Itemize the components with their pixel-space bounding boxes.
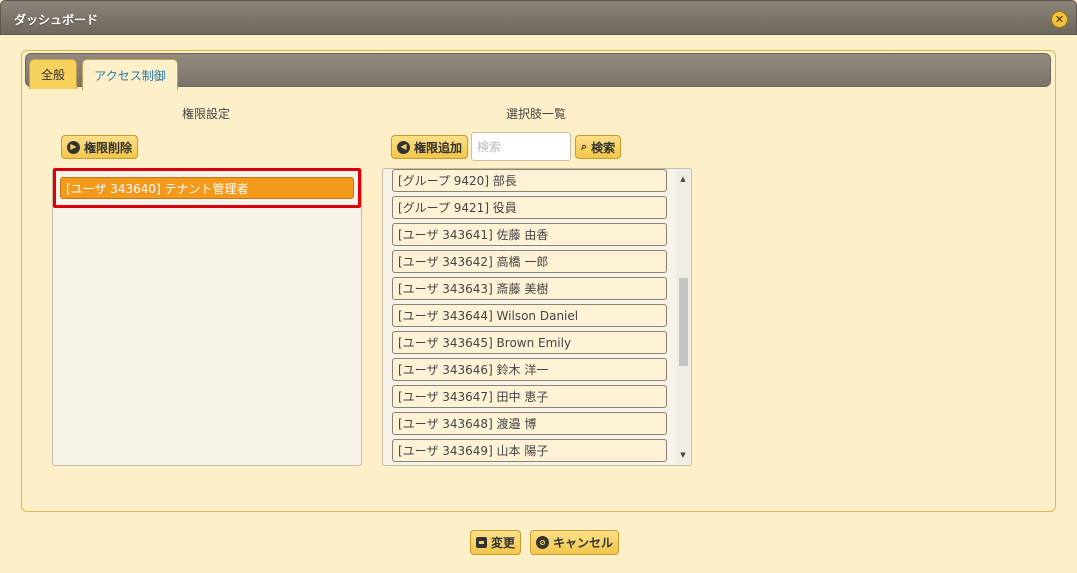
scrollbar-thumb[interactable]	[679, 278, 688, 366]
cancel-button-label: キャンセル	[553, 536, 614, 550]
options-list-scrollbar[interactable]: ▲ ▼	[676, 170, 690, 464]
list-item[interactable]: [グループ 9421] 役員	[392, 196, 667, 219]
scroll-up-icon[interactable]: ▲	[676, 172, 690, 186]
tab-access-control[interactable]: アクセス制御	[82, 59, 178, 90]
cancel-button[interactable]: ⊘ キャンセル	[530, 530, 620, 555]
change-button[interactable]: 変更	[470, 530, 522, 555]
list-item[interactable]: [ユーザ 343648] 渡邉 博	[392, 412, 667, 435]
list-item[interactable]: [ユーザ 343641] 佐藤 由香	[392, 223, 667, 246]
close-icon[interactable]: ✕	[1051, 11, 1068, 28]
arrow-left-circle-icon: ◀	[397, 140, 410, 154]
list-item[interactable]: [ユーザ 343646] 鈴木 洋一	[392, 358, 667, 381]
tab-general[interactable]: 全般	[29, 59, 77, 89]
list-item[interactable]: [ユーザ 343644] Wilson Daniel	[392, 304, 667, 327]
window-titlebar: ダッシュボード ✕	[0, 0, 1077, 35]
add-permission-button[interactable]: ◀ 権限追加	[391, 135, 469, 159]
search-button-label: 検索	[591, 140, 616, 155]
remove-permission-label: 権限削除	[84, 140, 133, 155]
search-button[interactable]: ⌕ 検索	[575, 135, 622, 159]
permission-settings-heading: 権限設定	[182, 107, 231, 121]
permission-list[interactable]	[52, 168, 362, 466]
options-list-heading: 選択肢一覧	[506, 107, 567, 121]
list-item[interactable]: [グループ 9420] 部長	[392, 169, 667, 192]
search-input[interactable]	[471, 132, 571, 161]
arrow-right-circle-icon: ▶	[67, 140, 80, 154]
list-item[interactable]: [ユーザ 343649] 山本 陽子	[392, 439, 667, 462]
save-icon	[476, 537, 487, 548]
highlight-box	[53, 168, 361, 208]
scroll-down-icon[interactable]: ▼	[676, 448, 690, 462]
list-item[interactable]: [ユーザ 343647] 田中 恵子	[392, 385, 667, 408]
list-item[interactable]: [ユーザ 343643] 斎藤 美樹	[392, 277, 667, 300]
list-item[interactable]: [ユーザ 343642] 高橋 一郎	[392, 250, 667, 273]
options-list[interactable]: [グループ 9420] 部長 [グループ 9421] 役員 [ユーザ 34364…	[382, 168, 692, 466]
search-icon: ⌕	[581, 140, 588, 153]
add-permission-label: 権限追加	[414, 140, 463, 155]
tab-bar: 全般 アクセス制御	[25, 53, 1051, 90]
remove-permission-button[interactable]: ▶ 権限削除	[61, 135, 139, 159]
cancel-icon: ⊘	[536, 536, 549, 549]
window-title: ダッシュボード	[14, 13, 99, 27]
change-button-label: 変更	[491, 536, 516, 550]
list-item[interactable]: [ユーザ 343645] Brown Emily	[392, 331, 667, 354]
